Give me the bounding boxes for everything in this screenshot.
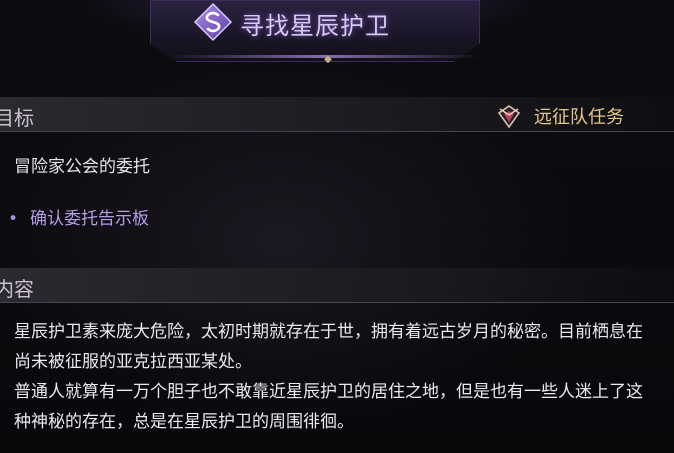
description-paragraph-2: 普通人就算有一万个胆子也不敢靠近星辰护卫的居住之地，但是也有一些人迷上了这种神秘…: [14, 382, 643, 432]
bullet-icon: •: [8, 209, 19, 229]
entrust-text: 冒险家公会的委托: [14, 157, 150, 177]
quest-title: 寻找星辰护卫: [240, 12, 390, 40]
content-section-label: 内容: [0, 277, 34, 301]
quest-description: 星辰护卫素来庞大危险，太初时期就存在于世，拥有着远古岁月的秘密。目前栖息在尚未被…: [14, 317, 654, 437]
expedition-emblem-icon: [497, 105, 521, 129]
quest-swirl-icon: [193, 2, 233, 42]
faction-label: 远征队任务: [534, 107, 624, 128]
description-paragraph-1: 星辰护卫素来庞大危险，太初时期就存在于世，拥有着远古岁月的秘密。目前栖息在尚未被…: [14, 322, 643, 372]
target-section-label: 目标: [0, 106, 34, 130]
objective-item[interactable]: • 确认委托告示板: [8, 204, 149, 229]
objective-text: 确认委托告示板: [30, 209, 150, 229]
faction-tag: 远征队任务: [496, 100, 624, 132]
content-section-header: 内容: [0, 268, 674, 303]
title-ornament-icon: ◆: [324, 54, 332, 65]
